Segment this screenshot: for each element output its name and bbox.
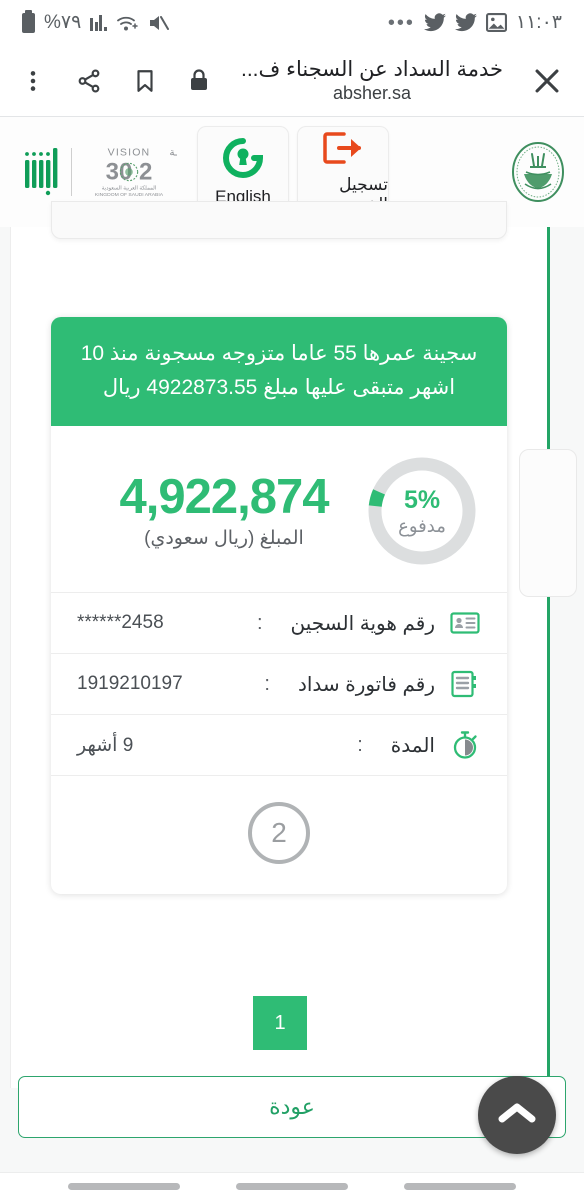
status-bar-right: ••• ١١:٠٣: [388, 11, 562, 34]
payment-progress-gauge: 5% مدفوع: [363, 452, 481, 570]
gauge-center-labels: 5% مدفوع: [363, 452, 481, 570]
row-value: 1919210197: [77, 673, 183, 695]
browser-title-block: خدمة السداد عن السجناء ف... absher.sa: [214, 57, 530, 104]
nav-pill-recent[interactable]: [68, 1183, 180, 1190]
ministry-of-interior-emblem: [506, 140, 570, 204]
table-row: رقم هوية السجين : ******2458: [51, 593, 507, 655]
close-icon[interactable]: [530, 64, 564, 98]
battery-percent-label: %٧٩: [44, 12, 82, 33]
row-value: ******2458: [77, 612, 164, 634]
system-navigation-bar: [0, 1172, 584, 1200]
wifi-icon: [116, 14, 138, 32]
row-value: 9 أشهر: [77, 734, 134, 756]
twitter-icon: [423, 13, 446, 32]
previous-card-edge: [51, 201, 507, 239]
vision-2030-logo: VISION رؤيــــة 2 30 المملكة العربية الس…: [81, 143, 201, 201]
card-header-text: سجينة عمرها 55 عاما متزوجه مسجونة منذ 10…: [51, 317, 507, 427]
svg-text:VISION: VISION: [108, 147, 151, 159]
svg-text:المملكة العربية السعودية: المملكة العربية السعودية: [102, 185, 157, 191]
page-title: خدمة السداد عن السجناء ف...: [241, 57, 503, 81]
browser-action-icons: [20, 68, 214, 94]
share-icon[interactable]: [76, 68, 102, 94]
mute-icon: [147, 13, 169, 33]
vision-2030-block: VISION رؤيــــة 2 30 المملكة العربية الس…: [18, 142, 201, 202]
overflow-dots-icon: •••: [387, 11, 415, 34]
content-container: سجينة عمرها 55 عاما متزوجه مسجونة منذ 10…: [10, 201, 577, 1088]
next-card-peek[interactable]: [519, 449, 577, 597]
clock-label: ١١:٠٣: [515, 12, 562, 33]
absher-wordmark: [18, 142, 62, 202]
amount-label: المبلغ (ريال سعودي): [144, 528, 304, 550]
card-summary: 5% مدفوع 4,922,874 المبلغ (ريال سعودي): [51, 426, 507, 592]
app-screen: %٧٩ ••• ١١:٠٣ خدمة السداد عن السجناء ف..…: [0, 0, 584, 1200]
bookmark-icon[interactable]: [132, 68, 158, 94]
twitter-icon: [454, 13, 477, 32]
stopwatch-icon: [449, 729, 481, 761]
pagination-page-1[interactable]: 1: [253, 996, 307, 1050]
absher-keyhole-icon: [220, 137, 266, 183]
table-row: رقم فاتورة سداد : 1919210197: [51, 654, 507, 716]
page-url: absher.sa: [332, 83, 412, 104]
id-card-icon: [449, 607, 481, 639]
kebab-menu-icon[interactable]: [20, 68, 46, 94]
scroll-to-top-button[interactable]: [478, 1076, 556, 1154]
nav-pill-back[interactable]: [404, 1183, 516, 1190]
card-footer: 2: [51, 776, 507, 894]
row-label: المدة: [390, 734, 435, 757]
detail-rows: رقم هوية السجين : ******2458 رقم فاتورة …: [51, 592, 507, 777]
nav-pill-home[interactable]: [236, 1183, 348, 1190]
logout-icon: [321, 130, 365, 171]
row-label: رقم هوية السجين: [290, 612, 435, 635]
status-bar-left: %٧٩: [22, 9, 169, 34]
lock-icon[interactable]: [188, 68, 214, 94]
step-badge[interactable]: 2: [248, 802, 310, 865]
battery-icon: [22, 9, 35, 33]
row-colon: :: [264, 672, 270, 695]
chevron-up-icon: [497, 1099, 537, 1132]
page-body: سجينة عمرها 55 عاما متزوجه مسجونة منذ 10…: [0, 201, 584, 1200]
browser-toolbar: خدمة السداد عن السجناء ف... absher.sa: [0, 45, 584, 116]
svg-text:رؤيــــة: رؤيــــة: [169, 147, 177, 159]
pagination: 1: [10, 996, 550, 1050]
row-colon: :: [256, 611, 263, 634]
gauge-status-label: مدفوع: [398, 515, 446, 536]
amount-block: 4,922,874 المبلغ (ريال سعودي): [77, 469, 363, 550]
gauge-percent-label: 5%: [403, 485, 441, 514]
image-icon: [485, 13, 507, 32]
row-label: رقم فاتورة سداد: [297, 673, 435, 696]
invoice-icon: [449, 668, 481, 700]
amount-value: 4,922,874: [119, 469, 330, 524]
signal-icon: [90, 14, 107, 31]
table-row: المدة : 9 أشهر: [51, 715, 507, 777]
prisoner-payment-card: سجينة عمرها 55 عاما متزوجه مسجونة منذ 10…: [51, 317, 507, 895]
status-bar: %٧٩ ••• ١١:٠٣: [0, 0, 584, 45]
header-separator: [71, 148, 72, 196]
svg-text:KINGDOM OF SAUDI ARABIA: KINGDOM OF SAUDI ARABIA: [95, 192, 164, 198]
row-colon: :: [357, 733, 363, 756]
